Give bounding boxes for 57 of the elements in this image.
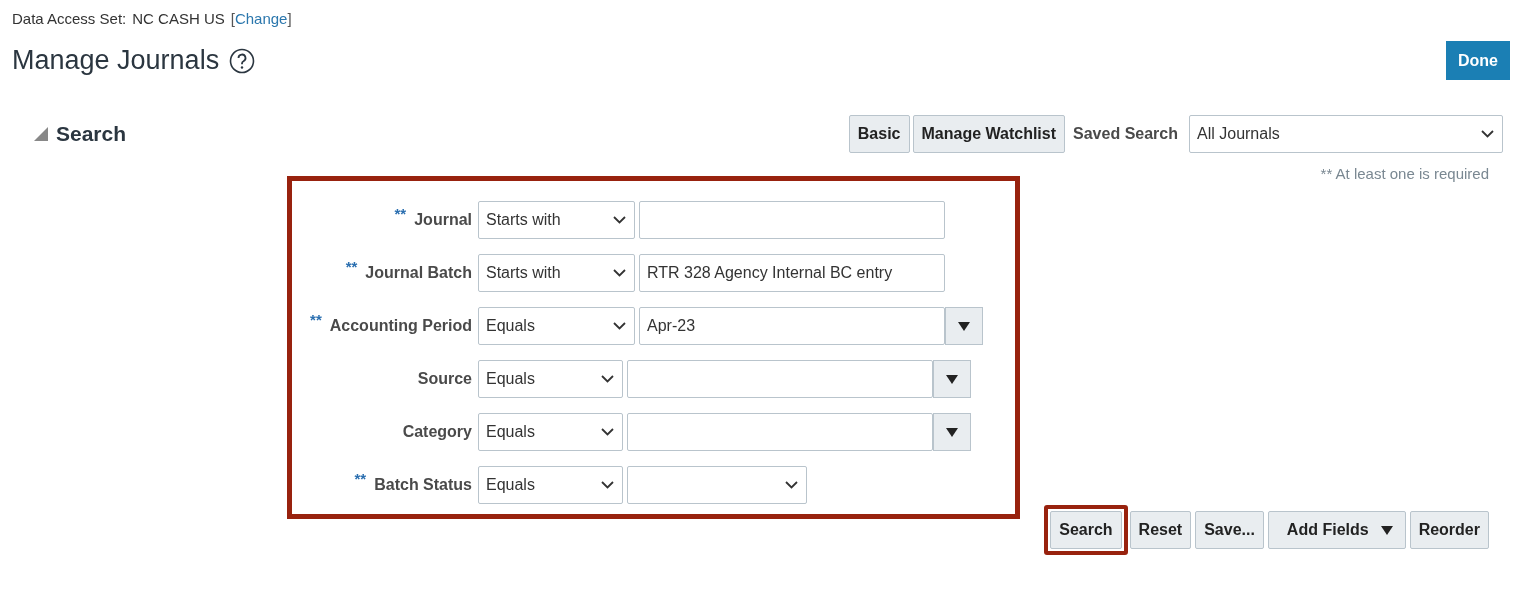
caret-down-icon [946, 374, 958, 384]
caret-down-icon [1380, 525, 1393, 535]
value-field[interactable]: Apr-23 [639, 307, 945, 345]
required-note: ** At least one is required [1320, 165, 1489, 182]
field-label: Batch Status [374, 476, 472, 494]
field-label: Journal [414, 211, 472, 229]
action-button[interactable]: Save... [1195, 511, 1264, 549]
value-field[interactable] [627, 413, 933, 451]
field-label: Journal Batch [365, 264, 472, 282]
action-button[interactable]: Reorder [1409, 511, 1489, 549]
chevron-down-icon [613, 216, 626, 224]
required-mark: ** [354, 470, 367, 487]
caret-down-icon [958, 321, 970, 331]
field-label: Accounting Period [329, 317, 472, 335]
operator-select[interactable]: Starts with [478, 254, 635, 292]
collapse-triangle-icon[interactable] [34, 127, 48, 141]
value-select[interactable] [627, 466, 807, 504]
saved-search-select[interactable]: All Journals [1189, 115, 1503, 153]
bracket: ] [287, 10, 292, 27]
operator-select[interactable]: Equals [478, 360, 623, 398]
dropdown-button[interactable] [945, 307, 983, 345]
data-access-value: NC CASH US [132, 10, 225, 27]
data-access-label: Data Access Set: [12, 10, 127, 27]
manage-watchlist-button[interactable]: Manage Watchlist [912, 115, 1066, 153]
chevron-down-icon [613, 322, 626, 330]
dropdown-button[interactable] [933, 413, 971, 451]
operator-select[interactable]: Equals [478, 307, 635, 345]
operator-select[interactable]: Equals [478, 413, 623, 451]
required-mark: ** [394, 205, 407, 222]
page-title: Manage Journals [12, 45, 220, 76]
bracket: [ [230, 10, 235, 27]
chevron-down-icon [601, 481, 614, 489]
chevron-down-icon [613, 269, 626, 277]
required-mark: ** [345, 258, 358, 275]
basic-button[interactable]: Basic [848, 115, 910, 153]
value-field[interactable]: RTR 328 Agency Internal BC entry [639, 254, 945, 292]
change-link[interactable]: Change [234, 10, 288, 27]
chevron-down-icon [601, 375, 614, 383]
help-icon[interactable] [229, 47, 256, 74]
required-mark: ** [310, 311, 322, 328]
add-fields-button[interactable]: Add Fields [1267, 511, 1406, 549]
caret-down-icon [946, 427, 958, 437]
field-label: Source [417, 370, 472, 388]
value-field[interactable] [627, 360, 933, 398]
field-label: Category [402, 423, 472, 441]
chevron-down-icon [1481, 130, 1494, 138]
action-button[interactable]: Reset [1129, 511, 1192, 549]
operator-select[interactable]: Starts with [478, 201, 635, 239]
done-button[interactable]: Done [1446, 41, 1510, 80]
chevron-down-icon [601, 428, 614, 436]
value-field[interactable] [639, 201, 945, 239]
saved-search-label: Saved Search [1073, 125, 1178, 143]
action-button[interactable]: Search [1050, 511, 1122, 549]
search-title: Search [56, 122, 127, 146]
chevron-down-icon [785, 481, 798, 489]
operator-select[interactable]: Equals [478, 466, 623, 504]
dropdown-button[interactable] [933, 360, 971, 398]
